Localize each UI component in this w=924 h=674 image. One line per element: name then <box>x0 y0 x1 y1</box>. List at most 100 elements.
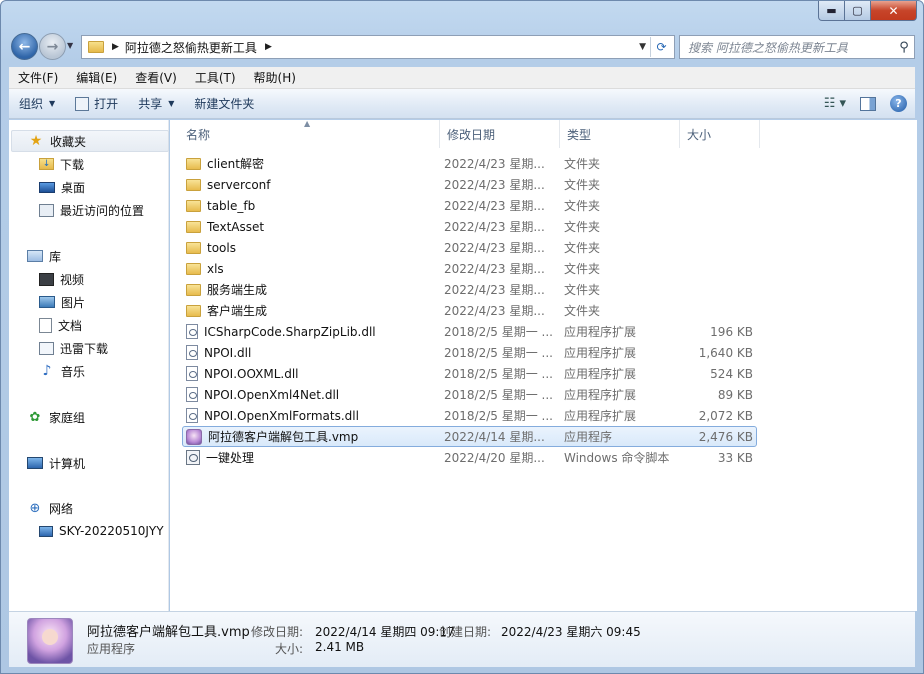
address-bar[interactable]: ▶ 阿拉德之怒偷热更新工具 ▶ ▼ ⟳ <box>81 35 675 59</box>
sidebar-item-documents[interactable]: 文档 <box>9 314 167 336</box>
file-size: 1,640 KB <box>698 345 753 360</box>
recent-pages-chevron-down-icon[interactable]: ▼ <box>67 41 73 50</box>
sidebar-item-desktop[interactable]: 桌面 <box>9 176 167 198</box>
breadcrumb-separator-icon[interactable]: ▶ <box>112 42 119 52</box>
details-pane: 阿拉德客户端解包工具.vmp 应用程序 修改日期: 2022/4/14 星期四 … <box>9 611 915 667</box>
menu-edit[interactable]: 编辑(E) <box>67 69 126 86</box>
organize-button[interactable]: 组织 ▼ <box>9 95 65 112</box>
dll-file-icon <box>186 324 198 339</box>
column-header-row: ▲ 名称 修改日期 类型 大小 <box>170 119 917 148</box>
file-row[interactable]: xls 2022/4/23 星期... 文件夹 <box>182 258 757 279</box>
sidebar-label: 下载 <box>60 157 85 172</box>
sidebar-item-homegroup[interactable]: ✿ 家庭组 <box>9 406 167 428</box>
details-size-label: 大小: <box>275 642 304 656</box>
breadcrumb-current[interactable]: 阿拉德之怒偷热更新工具 <box>125 39 257 56</box>
file-name: NPOI.dll <box>204 345 252 360</box>
column-header-date[interactable]: 修改日期 <box>440 120 560 148</box>
file-row[interactable]: NPOI.dll 2018/2/5 星期一 ... 应用程序扩展 1,640 KB <box>182 342 757 363</box>
file-row[interactable]: 一键处理 2022/4/20 星期... Windows 命令脚本 33 KB <box>182 447 757 468</box>
sidebar-item-pictures[interactable]: 图片 <box>9 291 167 313</box>
menu-view[interactable]: 查看(V) <box>126 69 186 86</box>
sidebar-item-network-host[interactable]: SKY-20220510JYY <box>9 520 167 542</box>
search-input[interactable]: 搜索 阿拉德之怒偷热更新工具 ⚲ <box>679 35 915 59</box>
maximize-button[interactable]: ▢ <box>845 1 871 21</box>
file-row[interactable]: ICSharpCode.SharpZipLib.dll 2018/2/5 星期一 … <box>182 321 757 342</box>
file-name-cell: NPOI.OpenXml4Net.dll <box>183 387 441 402</box>
back-button[interactable]: ← <box>11 33 38 60</box>
file-row[interactable]: NPOI.OpenXml4Net.dll 2018/2/5 星期一 ... 应用程序… <box>182 384 757 405</box>
file-name-cell: serverconf <box>183 178 441 192</box>
sidebar-item-downloads[interactable]: ↓ 下载 <box>9 153 167 175</box>
downloads-folder-icon: ↓ <box>39 158 54 170</box>
minimize-button[interactable]: ▬ <box>818 1 845 21</box>
breadcrumb-separator-icon[interactable]: ▶ <box>265 42 272 52</box>
file-date: 2022/4/23 星期... <box>444 220 545 234</box>
address-history-chevron-down-icon[interactable]: ▼ <box>639 42 646 52</box>
menu-tools[interactable]: 工具(T) <box>186 69 245 86</box>
menu-file[interactable]: 文件(F) <box>9 69 67 86</box>
column-header-name[interactable]: ▲ 名称 <box>170 119 440 148</box>
preview-pane-icon[interactable] <box>860 96 876 111</box>
file-row[interactable]: client解密 2022/4/23 星期... 文件夹 <box>182 153 757 174</box>
file-size: 524 KB <box>710 366 753 381</box>
column-label: 修改日期 <box>447 127 496 142</box>
computer-icon <box>27 457 43 469</box>
details-file-type: 应用程序 <box>87 642 136 656</box>
details-modified-value: 2022/4/14 星期四 09:17 <box>315 625 455 639</box>
open-button[interactable]: 打开 <box>65 95 128 112</box>
file-row[interactable]: 阿拉德客户端解包工具.vmp 2022/4/14 星期... 应用程序 2,476 K… <box>182 426 757 447</box>
chevron-down-icon: ▼ <box>49 99 56 108</box>
documents-library-icon <box>39 317 52 333</box>
sidebar-item-videos[interactable]: 视频 <box>9 268 167 290</box>
file-date: 2022/4/23 星期... <box>444 262 545 276</box>
column-header-size[interactable]: 大小 <box>680 120 760 148</box>
close-button[interactable]: ✕ <box>871 1 917 21</box>
file-row[interactable]: 客户端生成 2022/4/23 星期... 文件夹 <box>182 300 757 321</box>
refresh-icon[interactable]: ⟳ <box>650 37 672 57</box>
file-row[interactable]: 服务端生成 2022/4/23 星期... 文件夹 <box>182 279 757 300</box>
sidebar-item-libraries[interactable]: 库 <box>9 245 167 267</box>
column-label: 大小 <box>687 127 712 142</box>
file-row[interactable]: NPOI.OOXML.dll 2018/2/5 星期一 ... 应用程序扩展 524 … <box>182 363 757 384</box>
sidebar-item-network[interactable]: ⊕ 网络 <box>9 497 167 519</box>
search-icon[interactable]: ⚲ <box>894 40 914 55</box>
library-icon <box>27 250 43 262</box>
dll-file-icon <box>186 366 198 381</box>
sidebar-item-recent-places[interactable]: 最近访问的位置 <box>9 199 167 221</box>
homegroup-icon: ✿ <box>29 409 41 425</box>
forward-button[interactable]: → <box>39 33 66 60</box>
sidebar-item-favorites[interactable]: ★ 收藏夹 <box>11 130 169 152</box>
sidebar-label: 迅雷下载 <box>60 341 109 356</box>
file-row[interactable]: tools 2022/4/23 星期... 文件夹 <box>182 237 757 258</box>
search-placeholder[interactable]: 搜索 阿拉德之怒偷热更新工具 <box>688 39 894 56</box>
pictures-library-icon <box>39 296 55 308</box>
file-row[interactable]: NPOI.OpenXmlFormats.dll 2018/2/5 星期一 ... 应… <box>182 405 757 426</box>
file-name-cell: 客户端生成 <box>183 302 441 319</box>
file-name-cell: NPOI.OOXML.dll <box>183 366 441 381</box>
file-row[interactable]: TextAsset 2022/4/23 星期... 文件夹 <box>182 216 757 237</box>
star-icon: ★ <box>29 133 43 149</box>
view-options-icon[interactable]: ☷ ▾ <box>824 96 846 111</box>
details-file-name: 阿拉德客户端解包工具.vmp <box>87 625 250 640</box>
file-type: 文件夹 <box>564 199 601 213</box>
column-header-type[interactable]: 类型 <box>560 120 680 148</box>
sidebar-item-thunder-downloads[interactable]: 迅雷下载 <box>9 337 167 359</box>
file-name-cell: tools <box>183 241 441 255</box>
sidebar-item-computer[interactable]: 计算机 <box>9 452 167 474</box>
file-name: 服务端生成 <box>207 283 268 297</box>
file-type: Windows 命令脚本 <box>564 451 670 465</box>
help-icon[interactable]: ? <box>890 95 907 112</box>
file-row[interactable]: table_fb 2022/4/23 星期... 文件夹 <box>182 195 757 216</box>
sidebar-item-music[interactable]: ♪ 音乐 <box>9 360 167 382</box>
share-button[interactable]: 共享 ▼ <box>128 95 184 112</box>
file-name: NPOI.OpenXmlFormats.dll <box>204 408 359 423</box>
file-type: 文件夹 <box>564 304 601 318</box>
column-label: 名称 <box>186 127 211 142</box>
file-name-cell: 服务端生成 <box>183 281 441 298</box>
new-folder-button[interactable]: 新建文件夹 <box>184 95 264 112</box>
details-size-value: 2.41 MB <box>315 640 365 654</box>
file-row[interactable]: serverconf 2022/4/23 星期... 文件夹 <box>182 174 757 195</box>
file-name-cell: 阿拉德客户端解包工具.vmp <box>183 428 441 445</box>
menu-bar: 文件(F) 编辑(E) 查看(V) 工具(T) 帮助(H) <box>9 67 915 89</box>
menu-help[interactable]: 帮助(H) <box>245 69 305 86</box>
